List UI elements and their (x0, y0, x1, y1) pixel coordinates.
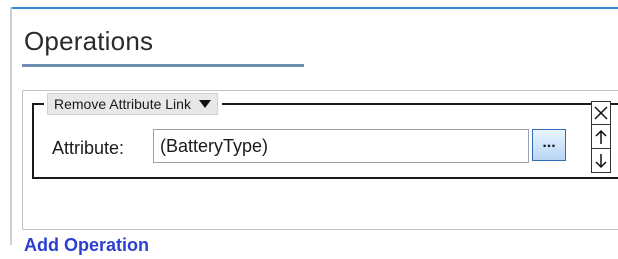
arrow-down-icon (595, 153, 607, 168)
move-up-button[interactable] (591, 125, 611, 149)
operation-type-dropdown[interactable]: Remove Attribute Link (47, 93, 218, 115)
attribute-label: Attribute: (52, 138, 125, 158)
attribute-field[interactable] (153, 129, 529, 163)
top-divider (10, 7, 618, 9)
add-operation-link[interactable]: Add Operation (24, 235, 149, 256)
operation-type-label: Remove Attribute Link (54, 96, 191, 112)
remove-operation-button[interactable] (591, 101, 611, 125)
operation-controls (591, 101, 613, 173)
close-icon (594, 106, 608, 120)
arrow-up-icon (595, 129, 607, 144)
operation-type-legend: Remove Attribute Link (44, 93, 222, 115)
browse-attribute-button[interactable]: ... (532, 129, 566, 161)
left-divider (10, 7, 12, 245)
section-title: Operations (24, 26, 154, 56)
title-underline (22, 64, 304, 67)
chevron-down-icon (198, 100, 211, 108)
move-down-button[interactable] (591, 149, 611, 173)
